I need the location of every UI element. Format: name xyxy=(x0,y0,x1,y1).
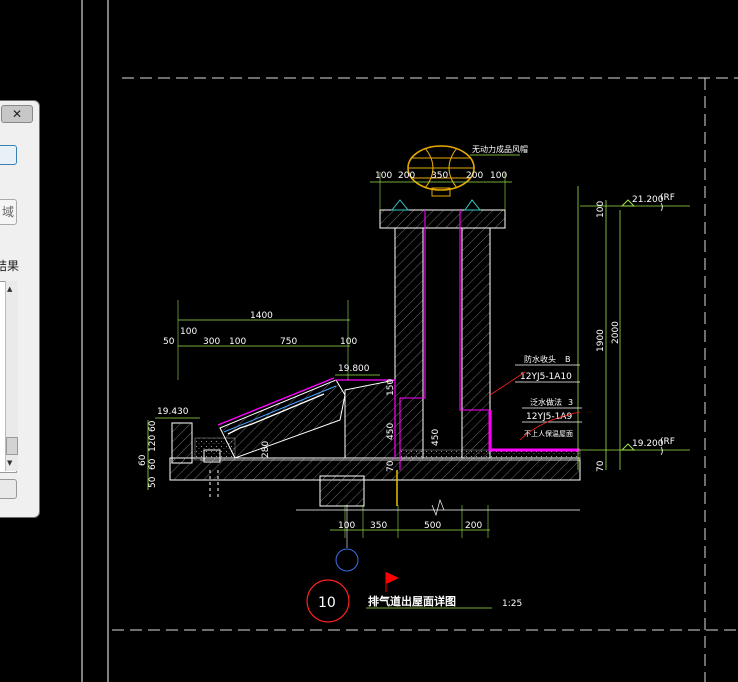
top-dim-1: 100 xyxy=(375,171,392,181)
stack-dim-2: 120 xyxy=(148,435,158,452)
cad-drawing-canvas[interactable]: 无动力成品风帽 100 200 350 200 100 1400 50 100 … xyxy=(0,0,738,682)
flag-marker xyxy=(386,572,399,584)
shaft-dim-280: 280 xyxy=(261,441,271,458)
fan-label: 无动力成品风帽 xyxy=(472,144,528,154)
bottom-dim-2: 350 xyxy=(370,521,387,531)
left-dim-1: 50 xyxy=(163,337,175,347)
result-label: 结果 xyxy=(0,259,20,273)
shaft-dim-70: 70 xyxy=(386,460,396,472)
left-dimension-chain: 1400 50 100 300 100 750 100 xyxy=(163,300,357,380)
note2-ref: 3 xyxy=(568,398,573,407)
stack-dim-5: 50 xyxy=(148,476,158,488)
stack-dim-1: 60 xyxy=(148,420,158,432)
bottom-dim-4: 200 xyxy=(465,521,482,531)
shaft-dim-450a: 450 xyxy=(386,423,396,440)
note1-title: 防水收头 xyxy=(524,354,556,364)
dialog-button-top[interactable] xyxy=(0,145,17,165)
right-dim-2000: 2000 xyxy=(611,321,621,344)
left-dim-5: 750 xyxy=(280,337,297,347)
detail-scale: 1:25 xyxy=(502,599,522,609)
detail-title: 排气道出屋面详图 xyxy=(368,594,456,608)
elev-rf-top: (RF xyxy=(660,193,675,203)
top-dim-2: 200 xyxy=(398,171,415,181)
left-dim-3: 300 xyxy=(203,337,220,347)
left-total-dim: 1400 xyxy=(250,311,273,321)
elev-mid: 19.800 xyxy=(338,364,370,374)
note1-ref: B xyxy=(565,355,571,364)
shaft-dim-150: 150 xyxy=(386,379,396,396)
elev-bottom: 19.200 xyxy=(632,439,664,449)
elev-rf-top-close: ) xyxy=(660,203,664,213)
stack-dim-4: 60 xyxy=(148,458,158,470)
top-dim-3: 350 xyxy=(431,171,448,181)
note2-title: 泛水做法 xyxy=(530,397,562,407)
top-dim-4: 200 xyxy=(466,171,483,181)
stack-dim-3: 60 xyxy=(138,454,148,466)
scroll-thumb[interactable] xyxy=(6,437,18,455)
note1-code: 12YJ5-1A10 xyxy=(520,372,572,382)
elev-rf-bottom-close: ) xyxy=(660,447,664,457)
sloped-roof xyxy=(217,377,346,459)
region-button[interactable]: 域 xyxy=(0,199,17,225)
side-dialog: ✕ 域 结果 ▲ ▼ xyxy=(0,100,40,518)
detail-number: 10 xyxy=(318,595,336,611)
scroll-up-icon[interactable]: ▲ xyxy=(7,285,12,293)
elev-left: 19.430 xyxy=(157,407,189,417)
note2-code: 12YJ5-1A9 xyxy=(526,412,572,422)
right-dim-1900: 1900 xyxy=(596,329,606,352)
bottom-dim-3: 500 xyxy=(424,521,441,531)
shaft-dim-450b: 450 xyxy=(431,429,441,446)
scroll-down-icon[interactable]: ▼ xyxy=(7,459,12,467)
elev-rf-bottom: (RF xyxy=(660,437,675,447)
annotation-notes: 防水收头 B 12YJ5-1A10 泛水做法 3 12YJ5-1A9 不上人保温… xyxy=(489,354,582,441)
right-dim-70: 70 xyxy=(596,460,606,472)
dialog-button-bottom[interactable] xyxy=(0,479,17,499)
close-button[interactable]: ✕ xyxy=(1,105,33,123)
detail-title-block: 10 排气道出屋面详图 1:25 xyxy=(306,572,522,623)
elev-top: 21.200 xyxy=(632,195,664,205)
left-stack-dimensions: 60 120 60 60 50 xyxy=(138,420,158,490)
wind-cap: 无动力成品风帽 xyxy=(407,144,528,197)
left-dim-4: 100 xyxy=(229,337,246,347)
left-dim-2: 100 xyxy=(180,327,197,337)
note3: 不上人保温屋面 xyxy=(524,429,573,438)
right-vertical-dimensions: 100 1900 2000 70 xyxy=(577,186,621,472)
right-dim-100: 100 xyxy=(596,201,606,218)
left-dim-6: 100 xyxy=(340,337,357,347)
